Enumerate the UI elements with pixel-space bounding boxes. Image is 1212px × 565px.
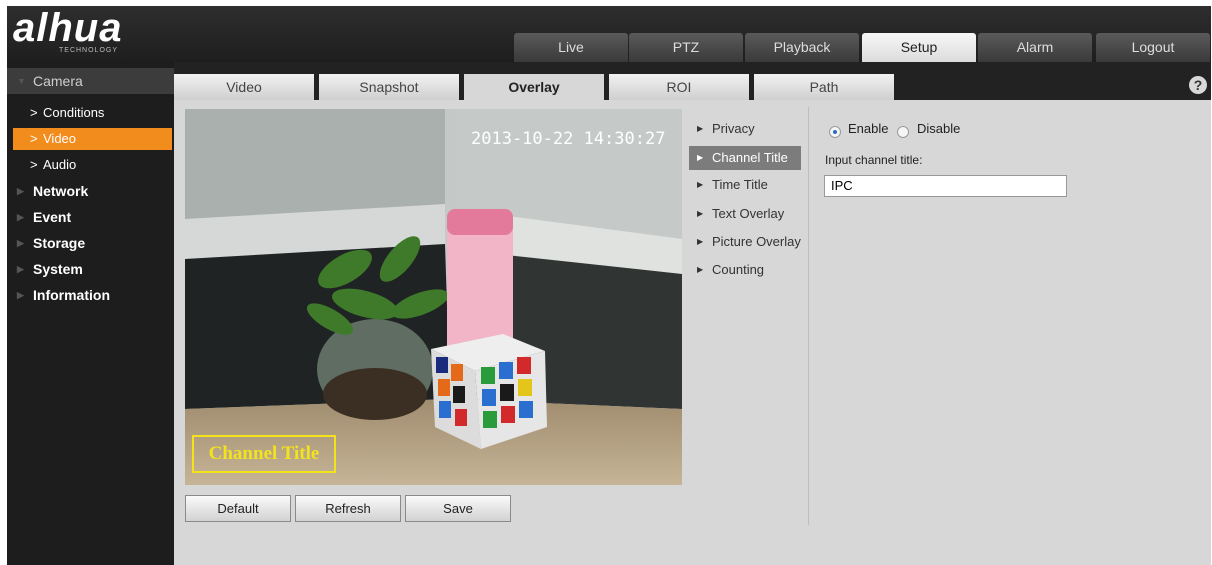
channel-title-label: Input channel title: — [825, 153, 923, 167]
sidebar-item-label: Audio — [43, 157, 77, 172]
sidebar-category-network[interactable]: ▶ Network — [7, 178, 174, 204]
menu-item-time-title[interactable]: ▶ Time Title — [689, 173, 801, 197]
chevron-right-icon: > — [30, 131, 38, 146]
nav-tab-alarm[interactable]: Alarm — [978, 33, 1092, 62]
chevron-right-icon: > — [30, 105, 38, 120]
triangle-right-icon: ▶ — [17, 186, 24, 196]
main-content: Video Snapshot Overlay ROI Path ? 2013-1… — [174, 62, 1211, 565]
disable-radio[interactable] — [897, 126, 909, 138]
sidebar-category-information[interactable]: ▶ Information — [7, 282, 174, 308]
sidebar-item-label: Video — [43, 131, 77, 146]
refresh-button[interactable]: Refresh — [295, 495, 401, 522]
enable-label: Enable — [848, 121, 889, 136]
nav-tab-logout[interactable]: Logout — [1096, 33, 1210, 62]
sidebar: ▼ Camera > Conditions > Video > Audio ▶ … — [7, 62, 174, 565]
app-window: alhua TECHNOLOGY Live PTZ Playback Setup… — [7, 6, 1211, 565]
menu-item-label: Text Overlay — [712, 206, 785, 221]
triangle-right-icon: ▶ — [17, 212, 24, 222]
sidebar-category-system[interactable]: ▶ System — [7, 256, 174, 282]
nav-tab-setup[interactable]: Setup — [862, 33, 976, 62]
menu-item-text-overlay[interactable]: ▶ Text Overlay — [689, 202, 801, 226]
menu-item-counting[interactable]: ▶ Counting — [689, 258, 801, 282]
nav-tab-ptz[interactable]: PTZ — [629, 33, 743, 62]
sidebar-item-video[interactable]: > Video — [13, 128, 172, 150]
tab-snapshot[interactable]: Snapshot — [319, 74, 459, 100]
default-button[interactable]: Default — [185, 495, 291, 522]
channel-title-overlay[interactable]: Channel Title — [192, 435, 336, 473]
disable-label: Disable — [917, 121, 961, 136]
sidebar-category-storage[interactable]: ▶ Storage — [7, 230, 174, 256]
sidebar-category-label: Camera — [33, 73, 83, 89]
enable-radio[interactable] — [829, 126, 841, 138]
triangle-right-icon: ▶ — [697, 209, 704, 218]
video-preview: 2013-10-22 14:30:27 Channel Title — [185, 109, 682, 485]
sidebar-item-label: Conditions — [43, 105, 105, 120]
video-timestamp: 2013-10-22 14:30:27 — [471, 129, 666, 149]
sidebar-category-label: Network — [33, 183, 89, 199]
sidebar-category-label: Information — [33, 287, 110, 303]
menu-item-label: Picture Overlay — [712, 234, 801, 249]
nav-tab-live[interactable]: Live — [514, 33, 628, 62]
tab-overlay[interactable]: Overlay — [464, 74, 604, 100]
sidebar-category-event[interactable]: ▶ Event — [7, 204, 174, 230]
brand-logo-subtitle: TECHNOLOGY — [59, 47, 119, 54]
tab-roi[interactable]: ROI — [609, 74, 749, 100]
sidebar-item-conditions[interactable]: > Conditions — [13, 102, 172, 124]
channel-title-input[interactable] — [824, 175, 1067, 197]
panel-divider — [808, 107, 809, 525]
tab-path[interactable]: Path — [754, 74, 894, 100]
sidebar-category-label: Storage — [33, 235, 86, 251]
menu-item-picture-overlay[interactable]: ▶ Picture Overlay — [689, 230, 801, 254]
brand-logo: alhua — [13, 6, 123, 50]
top-header: alhua TECHNOLOGY Live PTZ Playback Setup… — [7, 6, 1211, 62]
sidebar-category-label: Event — [33, 209, 72, 225]
triangle-right-icon: ▶ — [697, 237, 704, 246]
triangle-right-icon: ▶ — [17, 238, 24, 248]
menu-item-label: Channel Title — [712, 150, 788, 165]
nav-tab-playback[interactable]: Playback — [745, 33, 859, 62]
chevron-right-icon: > — [30, 157, 38, 172]
tab-video[interactable]: Video — [174, 74, 314, 100]
triangle-down-icon: ▼ — [17, 76, 26, 86]
triangle-right-icon: ▶ — [697, 265, 704, 274]
menu-item-label: Time Title — [712, 177, 768, 192]
triangle-right-icon: ▶ — [17, 290, 24, 300]
sidebar-category-label: System — [33, 261, 83, 277]
menu-item-label: Counting — [712, 262, 765, 277]
triangle-right-icon: ▶ — [697, 124, 704, 133]
menu-item-privacy-masking[interactable]: ▶ Privacy Masking — [689, 117, 801, 160]
sidebar-category-camera[interactable]: ▼ Camera — [7, 68, 174, 94]
triangle-right-icon: ▶ — [17, 264, 24, 274]
sidebar-item-audio[interactable]: > Audio — [13, 154, 172, 176]
triangle-right-icon: ▶ — [697, 180, 704, 189]
camera-scene — [185, 109, 682, 485]
save-button[interactable]: Save — [405, 495, 511, 522]
triangle-right-icon: ▶ — [697, 153, 704, 162]
help-icon[interactable]: ? — [1189, 76, 1207, 94]
sub-tab-bar: Video Snapshot Overlay ROI Path ? — [174, 62, 1211, 100]
menu-item-channel-title[interactable]: ▶ Channel Title — [689, 146, 801, 170]
